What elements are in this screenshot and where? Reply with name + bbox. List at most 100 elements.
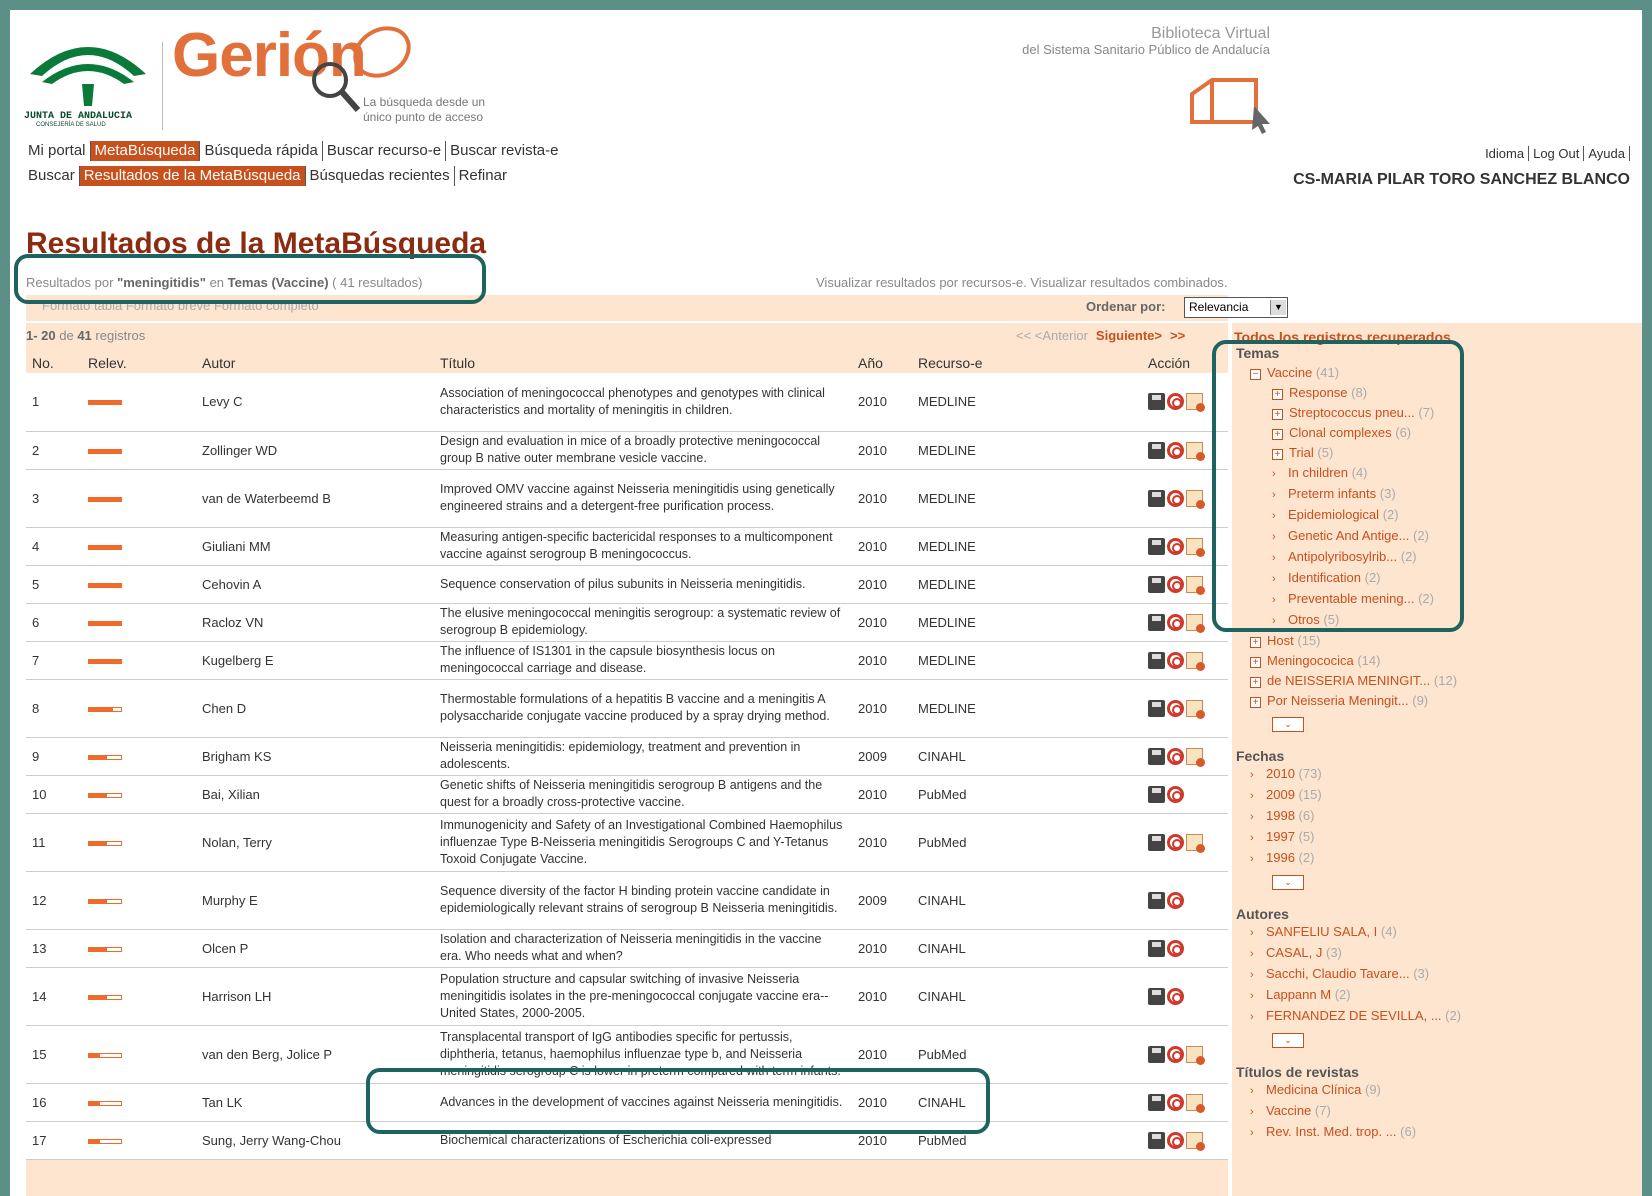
format-links[interactable]: Formato tabla Formato breve Formato comp…: [42, 298, 319, 313]
collapse-icon[interactable]: −: [1250, 369, 1261, 380]
row-number-link[interactable]: 14: [32, 989, 46, 1004]
sfx-link-icon[interactable]: [1167, 1131, 1184, 1149]
row-source-link[interactable]: MEDLINE: [918, 394, 976, 409]
fulltext-icon[interactable]: [1186, 651, 1205, 671]
row-source-link[interactable]: MEDLINE: [918, 577, 976, 592]
sfx-link-icon[interactable]: [1167, 699, 1184, 717]
row-source-link[interactable]: MEDLINE: [918, 701, 976, 716]
more-autores-button[interactable]: ⌄: [1272, 1033, 1304, 1048]
facet-item[interactable]: › 1996 (2): [1250, 848, 1642, 869]
save-icon[interactable]: [1148, 1131, 1165, 1149]
fulltext-icon[interactable]: [1186, 441, 1205, 461]
row-number-link[interactable]: 4: [32, 539, 39, 554]
save-icon[interactable]: [1148, 939, 1165, 957]
row-title-link[interactable]: Sequence conservation of pilus subunits …: [440, 577, 805, 591]
row-number-link[interactable]: 3: [32, 491, 39, 506]
facet-link[interactable]: Meningococica: [1267, 653, 1354, 668]
save-icon[interactable]: [1148, 1093, 1165, 1111]
facet-link[interactable]: Identification: [1288, 570, 1361, 585]
facet-link[interactable]: Antipolyribosylrib...: [1288, 549, 1397, 564]
facet-link[interactable]: Vaccine: [1267, 365, 1312, 380]
fulltext-icon[interactable]: [1186, 1045, 1205, 1065]
nav-buscar-revista[interactable]: Buscar revista-e: [446, 141, 562, 161]
save-icon[interactable]: [1148, 785, 1165, 803]
expand-icon[interactable]: +: [1272, 409, 1283, 420]
nav-mi-portal[interactable]: Mi portal: [24, 141, 91, 161]
facet-link[interactable]: 1997: [1266, 829, 1295, 844]
row-source-link[interactable]: MEDLINE: [918, 491, 976, 506]
sfx-link-icon[interactable]: [1167, 747, 1184, 765]
facet-link[interactable]: In children: [1288, 465, 1348, 480]
row-number-link[interactable]: 1: [32, 394, 39, 409]
pager-last-link[interactable]: >>: [1170, 328, 1185, 343]
fulltext-icon[interactable]: [1186, 1131, 1205, 1151]
row-number-link[interactable]: 8: [32, 701, 39, 716]
row-title-link[interactable]: Isolation and characterization of Neisse…: [440, 932, 821, 963]
save-icon[interactable]: [1148, 575, 1165, 593]
row-title-link[interactable]: Measuring antigen-specific bactericidal …: [440, 530, 833, 561]
row-number-link[interactable]: 6: [32, 615, 39, 630]
facet-link[interactable]: 2009: [1266, 787, 1295, 802]
order-select[interactable]: Relevancia ▼: [1184, 297, 1288, 318]
row-title-link[interactable]: Transplacental transport of IgG antibodi…: [440, 1030, 841, 1078]
facet-item[interactable]: + Streptococcus pneu... (7): [1272, 403, 1642, 423]
sfx-link-icon[interactable]: [1167, 1093, 1184, 1111]
save-icon[interactable]: [1148, 747, 1165, 765]
fulltext-icon[interactable]: [1186, 393, 1205, 413]
subnav-refinar[interactable]: Refinar: [455, 166, 511, 186]
subnav-buscar[interactable]: Buscar: [24, 166, 80, 186]
row-title-link[interactable]: Thermostable formulations of a hepatitis…: [440, 692, 830, 723]
row-number-link[interactable]: 2: [32, 443, 39, 458]
facet-link[interactable]: 2010: [1266, 766, 1295, 781]
nav-metabusqueda[interactable]: MetaBúsqueda: [90, 141, 201, 161]
sfx-link-icon[interactable]: [1167, 939, 1184, 957]
expand-icon[interactable]: +: [1250, 677, 1261, 688]
facet-item[interactable]: + Clonal complexes (6): [1272, 423, 1642, 443]
row-number-link[interactable]: 13: [32, 941, 46, 956]
sfx-link-icon[interactable]: [1167, 441, 1184, 459]
save-icon[interactable]: [1148, 537, 1165, 555]
row-source-link[interactable]: MEDLINE: [918, 539, 976, 554]
save-icon[interactable]: [1148, 393, 1165, 411]
facet-link[interactable]: Otros: [1288, 612, 1320, 627]
expand-icon[interactable]: +: [1272, 449, 1283, 460]
sfx-link-icon[interactable]: [1167, 537, 1184, 555]
facet-link[interactable]: FERNANDEZ DE SEVILLA, ...: [1266, 1008, 1442, 1023]
resultados-combinados-link[interactable]: resultados combinados: [1090, 275, 1224, 290]
expand-icon[interactable]: +: [1272, 429, 1283, 440]
facet-link[interactable]: Sacchi, Claudio Tavare...: [1266, 966, 1410, 981]
row-source-link[interactable]: CINAHL: [918, 893, 966, 908]
facet-item[interactable]: › SANFELIU SALA, I (4): [1250, 922, 1642, 943]
logout-link[interactable]: Log Out: [1529, 146, 1585, 161]
facet-link[interactable]: Vaccine: [1266, 1103, 1311, 1118]
save-icon[interactable]: [1148, 651, 1165, 669]
row-source-link[interactable]: CINAHL: [918, 941, 966, 956]
row-source-link[interactable]: MEDLINE: [918, 443, 976, 458]
facet-link[interactable]: Rev. Inst. Med. trop. ...: [1266, 1124, 1397, 1139]
sfx-link-icon[interactable]: [1167, 833, 1184, 851]
facet-item[interactable]: › 2010 (73): [1250, 764, 1642, 785]
facet-link[interactable]: Streptococcus pneu...: [1289, 405, 1415, 420]
facet-item[interactable]: › Medicina Clínica (9): [1250, 1080, 1642, 1101]
facet-link[interactable]: Trial: [1289, 445, 1314, 460]
nav-buscar-recurso[interactable]: Buscar recurso-e: [323, 141, 447, 161]
facet-item[interactable]: › 2009 (15): [1250, 785, 1642, 806]
expand-icon[interactable]: +: [1250, 657, 1261, 668]
more-fechas-button[interactable]: ⌄: [1272, 875, 1304, 890]
facet-link[interactable]: de NEISSERIA MENINGIT...: [1267, 673, 1430, 688]
sfx-link-icon[interactable]: [1167, 575, 1184, 593]
facet-item[interactable]: › Sacchi, Claudio Tavare... (3): [1250, 964, 1642, 985]
save-icon[interactable]: [1148, 613, 1165, 631]
fulltext-icon[interactable]: [1186, 1093, 1205, 1113]
facet-item[interactable]: › Rev. Inst. Med. trop. ... (6): [1250, 1122, 1642, 1143]
fulltext-icon[interactable]: [1186, 747, 1205, 767]
row-title-link[interactable]: Improved OMV vaccine against Neisseria m…: [440, 482, 835, 513]
row-source-link[interactable]: CINAHL: [918, 989, 966, 1004]
idioma-link[interactable]: Idioma: [1481, 146, 1530, 161]
sfx-link-icon[interactable]: [1167, 1045, 1184, 1063]
resultados-por-recursos-link[interactable]: resultados por recursos-e: [876, 275, 1023, 290]
facet-item[interactable]: › Vaccine (7): [1250, 1101, 1642, 1122]
row-title-link[interactable]: Association of meningococcal phenotypes …: [440, 386, 825, 417]
facet-link[interactable]: CASAL, J: [1266, 945, 1322, 960]
row-source-link[interactable]: PubMed: [918, 1047, 966, 1062]
